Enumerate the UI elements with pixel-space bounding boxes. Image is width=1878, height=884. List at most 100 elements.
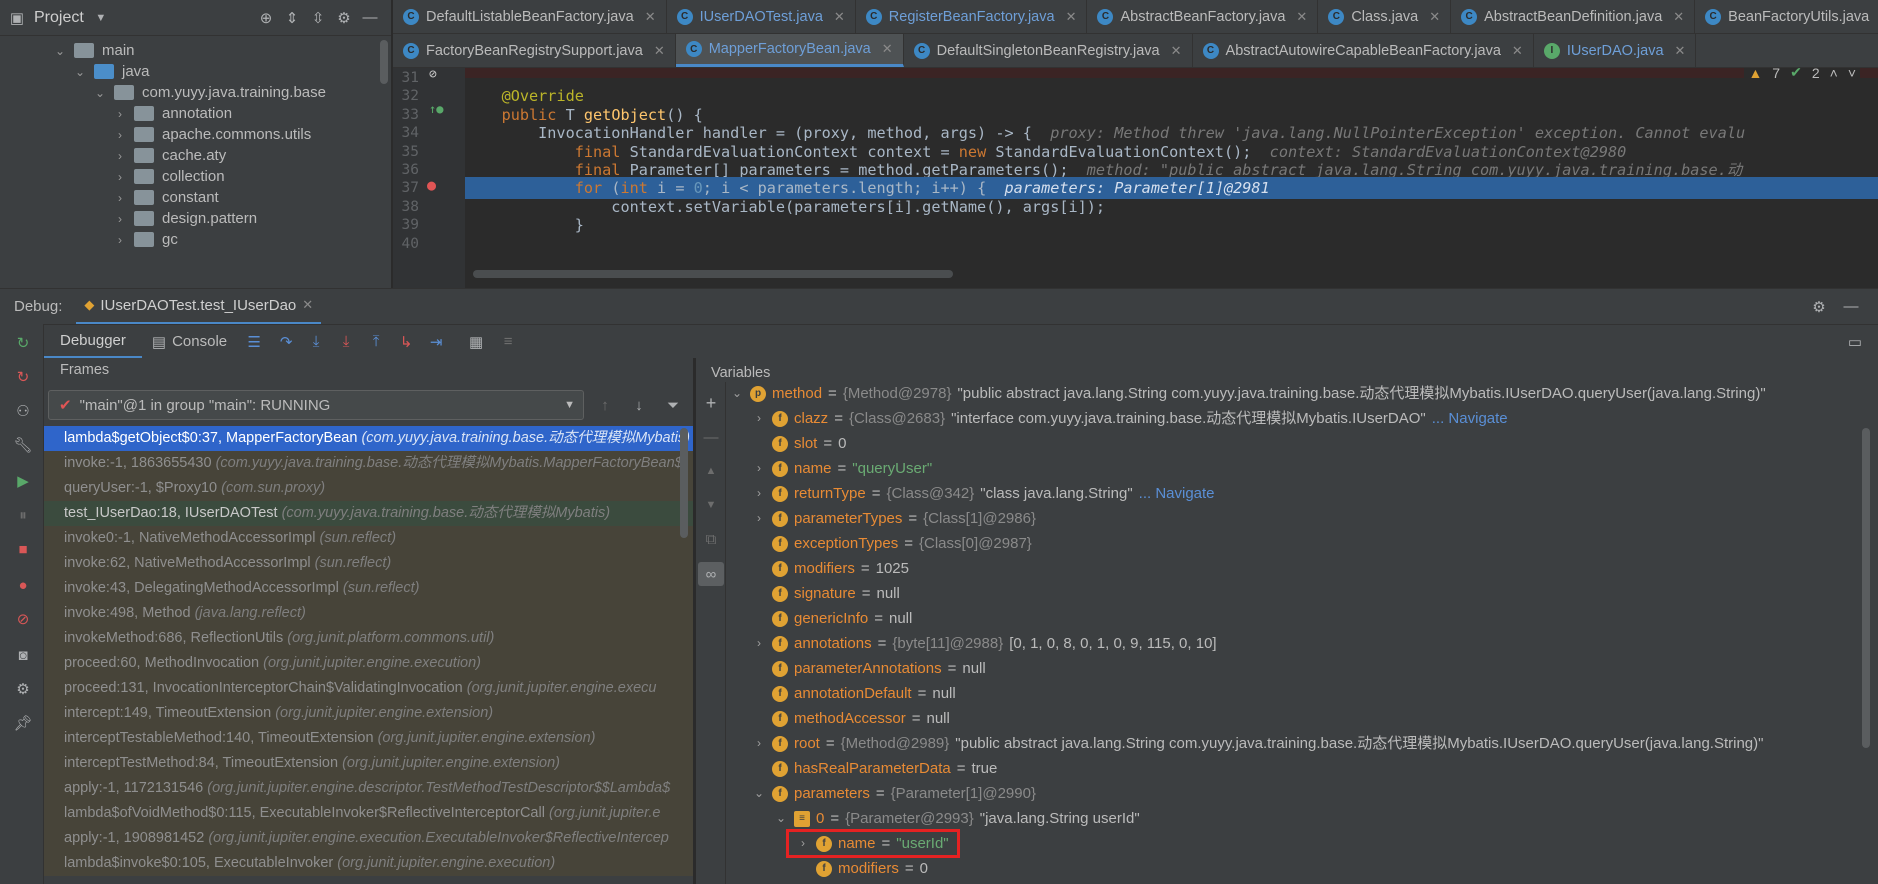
close-icon[interactable]: ✕ <box>1066 9 1077 25</box>
filter-icon[interactable]: ⏷ <box>664 396 682 414</box>
collapse-all-icon[interactable]: ⇳ <box>309 9 327 27</box>
gear-icon[interactable]: ⚙ <box>335 9 353 27</box>
chevron-right-icon[interactable]: › <box>114 128 126 142</box>
debug-session-tab[interactable]: ◆ IUserDAOTest.test_IUserDao ✕ <box>76 289 322 325</box>
arrow-down-icon[interactable]: ↓ <box>630 396 648 414</box>
chevron-down-icon[interactable]: ⌄ <box>752 781 766 806</box>
variable-row[interactable]: f modifiers = 0 <box>796 856 928 881</box>
copy-icon[interactable]: ⧉ <box>702 530 720 548</box>
gear-icon[interactable]: ⚙ <box>1810 298 1828 316</box>
chevron-right-icon[interactable]: › <box>752 731 766 756</box>
locate-icon[interactable]: ⊕ <box>257 9 275 27</box>
tree-scrollbar[interactable] <box>380 40 388 84</box>
variable-row[interactable]: f methodAccessor = null <box>752 706 950 731</box>
variable-row[interactable]: › f clazz = {Class@2683} "interface com.yuyy.… <box>752 406 1508 431</box>
chevron-right-icon[interactable]: › <box>114 107 126 121</box>
editor-tab[interactable]: C IUserDAOTest.java ✕ <box>667 0 856 33</box>
breakpoint-icon[interactable]: ● <box>427 176 436 194</box>
frame-row[interactable]: invoke:-1, 1863655430 (com.yuyy.java.tra… <box>44 451 693 476</box>
chevron-right-icon[interactable]: › <box>114 149 126 163</box>
frame-row[interactable]: invoke:43, DelegatingMethodAccessorImpl … <box>44 576 693 601</box>
camera-icon[interactable]: ◙ <box>14 646 32 664</box>
close-icon[interactable]: ✕ <box>1429 9 1440 25</box>
close-icon[interactable]: ✕ <box>1171 43 1182 59</box>
chevron-right-icon[interactable]: › <box>114 212 126 226</box>
tree-item[interactable]: › gc <box>114 227 178 252</box>
frame-row[interactable]: lambda$invoke$0:105, ExecutableInvoker (… <box>44 851 693 876</box>
frame-row[interactable]: interceptTestableMethod:140, TimeoutExte… <box>44 726 693 751</box>
force-step-into-icon[interactable]: ⤓ <box>337 333 355 351</box>
frame-row[interactable]: proceed:60, MethodInvocation (org.junit.… <box>44 651 693 676</box>
trace-icon[interactable]: ≡ <box>499 333 517 351</box>
variables-scrollbar[interactable] <box>1862 428 1870 748</box>
frame-row[interactable]: invoke0:-1, NativeMethodAccessorImpl (su… <box>44 526 693 551</box>
hide-icon[interactable]: — <box>1842 298 1860 316</box>
chevron-down-icon[interactable]: ˅ <box>1848 68 1856 81</box>
rerun-icon[interactable]: ↻ <box>14 334 32 352</box>
editor-tab[interactable]: C MapperFactoryBean.java ✕ <box>675 34 904 67</box>
variable-row[interactable]: ⌄ f parameters = {Parameter[1]@2990} <box>752 781 1036 806</box>
close-icon[interactable]: ✕ <box>882 41 893 57</box>
variable-row[interactable]: f modifiers = 1025 <box>752 556 909 581</box>
chevron-down-icon[interactable]: ⌄ <box>54 44 66 58</box>
code-editor[interactable]: 31 32 33 34 35 36 37 38 39 40 ⊘ ↑● ● @Override publi… <box>393 68 1878 288</box>
evaluate-expression-icon[interactable]: ▦ <box>467 333 485 351</box>
pin-icon[interactable]: 📌︎ <box>13 714 32 732</box>
run-to-cursor-icon[interactable]: ⇥ <box>427 333 445 351</box>
layout-icon[interactable]: ☰ <box>245 333 263 351</box>
frame-row[interactable]: invokeMethod:686, ReflectionUtils (org.j… <box>44 626 693 651</box>
close-icon[interactable]: ✕ <box>1512 43 1523 59</box>
step-out-icon[interactable]: ⤒ <box>367 333 385 351</box>
chevron-down-icon[interactable]: ▼ <box>92 9 110 27</box>
expand-all-icon[interactable]: ⇕ <box>283 9 301 27</box>
variable-row[interactable]: f parameterAnnotations = null <box>752 656 986 681</box>
close-icon[interactable]: ✕ <box>1296 9 1307 25</box>
override-marker-icon[interactable]: ↑● <box>429 102 443 116</box>
drop-frame-icon[interactable]: ↳ <box>397 333 415 351</box>
chevron-right-icon[interactable]: › <box>114 233 126 247</box>
resume-icon[interactable]: ▶ <box>14 472 32 490</box>
editor-tab[interactable]: C AbstractBeanDefinition.java ✕ <box>1451 0 1696 33</box>
watches-toggle-icon[interactable]: ∞ <box>698 562 724 586</box>
editor-tab[interactable]: C RegisterBeanFactory.java ✕ <box>856 0 1088 33</box>
layout-settings-icon[interactable]: ▭ <box>1846 333 1864 351</box>
line-number[interactable]: 40 <box>393 233 419 255</box>
editor-tab[interactable]: C FactoryBeanRegistrySupport.java ✕ <box>393 34 676 67</box>
editor-tab[interactable]: C AbstractBeanFactory.java ✕ <box>1087 0 1319 33</box>
pause-icon[interactable]: ⏸ <box>14 506 32 524</box>
editor-gutter[interactable]: 31 32 33 34 35 36 37 38 39 40 ⊘ ↑● ● <box>393 68 465 288</box>
remove-watch-icon[interactable]: — <box>702 428 720 446</box>
frame-row[interactable]: intercept:149, TimeoutExtension (org.jun… <box>44 701 693 726</box>
variable-row[interactable]: f genericInfo = null <box>752 606 912 631</box>
variable-row[interactable]: › f root = {Method@2989} "public abstract jav… <box>752 731 1763 756</box>
wrench-icon[interactable]: 🔧︎ <box>13 436 32 454</box>
editor-tab[interactable]: CBeanFactoryUtils.java✕ <box>1695 0 1878 33</box>
chevron-right-icon[interactable]: › <box>752 481 766 506</box>
frame-row[interactable]: apply:-1, 1908981452 (org.junit.jupiter.… <box>44 826 693 851</box>
chevron-down-icon[interactable]: ⌄ <box>94 86 106 100</box>
close-icon[interactable]: ✕ <box>834 9 845 25</box>
step-into-icon[interactable]: ⤓ <box>307 333 325 351</box>
thread-selector[interactable]: ✔ "main"@1 in group "main": RUNNING ▼ <box>48 390 584 420</box>
frame-row[interactable]: queryUser:-1, $Proxy10 (com.sun.proxy) <box>44 476 693 501</box>
editor-tab[interactable]: C Class.java ✕ <box>1318 0 1452 33</box>
step-over-icon[interactable]: ↷ <box>277 333 295 351</box>
editor-scrollbar[interactable] <box>473 270 953 278</box>
rerun-failed-icon[interactable]: ↻ <box>14 368 32 386</box>
editor-tab[interactable]: C DefaultListableBeanFactory.java ✕ <box>393 0 667 33</box>
variable-row[interactable]: f hasRealParameterData = true <box>752 756 997 781</box>
tab-console[interactable]: ▤ Console <box>142 325 237 359</box>
editor-tab[interactable]: C DefaultSingletonBeanRegistry.java ✕ <box>904 34 1193 67</box>
close-icon[interactable]: ✕ <box>654 43 665 59</box>
chevron-right-icon[interactable]: › <box>114 170 126 184</box>
chevron-right-icon[interactable]: › <box>114 191 126 205</box>
project-title[interactable]: Project <box>34 9 84 27</box>
frame-row[interactable]: invoke:498, Method (java.lang.reflect) <box>44 601 693 626</box>
frame-row[interactable]: lambda$getObject$0:37, MapperFactoryBean… <box>44 426 693 451</box>
stop-icon[interactable]: ■ <box>14 540 32 558</box>
variable-row[interactable]: › f annotations = {byte[11]@2988} [0, 1, 0, 8… <box>752 631 1217 656</box>
editor-tab[interactable]: C AbstractAutowireCapableBeanFactory.java… <box>1193 34 1534 67</box>
toggle-auto-test-icon[interactable]: ⚇ <box>14 402 32 420</box>
variable-row[interactable]: f annotationDefault = null <box>752 681 956 706</box>
close-icon[interactable]: ✕ <box>302 297 313 313</box>
